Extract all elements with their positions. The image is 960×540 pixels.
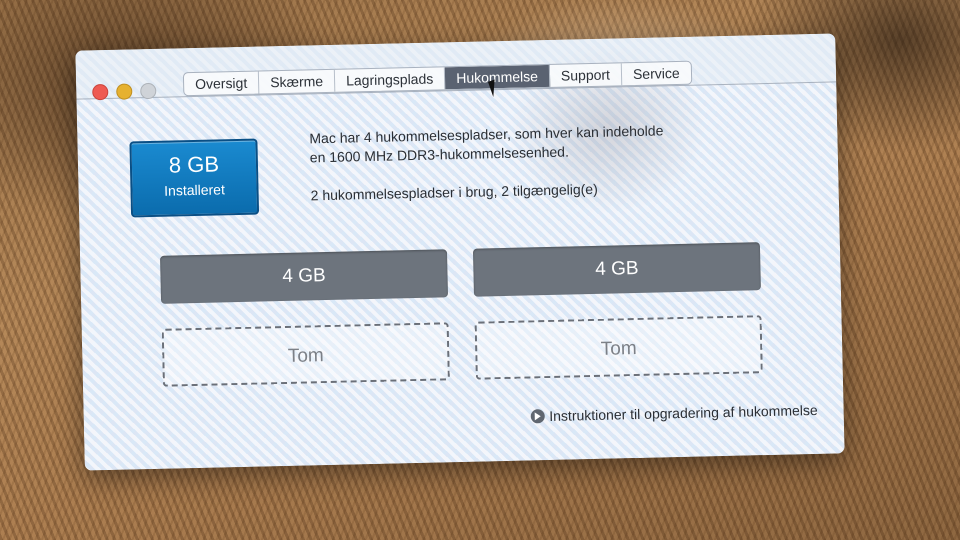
tab-bar: Oversigt Skærme Lagringsplads Hukommelse… xyxy=(182,60,692,97)
installed-memory-badge: 8 GB Installeret xyxy=(129,138,260,218)
tab-support[interactable]: Support xyxy=(549,63,623,87)
tab-lagringsplads[interactable]: Lagringsplads xyxy=(334,67,446,92)
memory-slot-4-empty: Tom xyxy=(474,315,763,380)
memory-slot-3-empty: Tom xyxy=(161,322,450,387)
memory-info: Mac har 4 hukommelsespladser, som hver k… xyxy=(309,121,665,205)
tab-oversigt[interactable]: Oversigt xyxy=(183,71,260,96)
about-this-mac-window: Oversigt Skærme Lagringsplads Hukommelse… xyxy=(75,33,845,471)
upgrade-link-label: Instruktioner til opgradering af hukomme… xyxy=(549,401,818,425)
upgrade-instructions-link[interactable]: Instruktioner til opgradering af hukomme… xyxy=(530,402,818,425)
installed-size: 8 GB xyxy=(168,151,220,178)
zoom-icon[interactable] xyxy=(140,82,157,100)
close-icon[interactable] xyxy=(92,83,109,101)
tab-skaerme[interactable]: Skærme xyxy=(258,69,336,94)
tab-service[interactable]: Service xyxy=(622,62,691,86)
installed-label: Installeret xyxy=(163,181,226,199)
arrow-circle-icon xyxy=(530,409,545,424)
title-bar: Oversigt Skærme Lagringsplads Hukommelse… xyxy=(75,33,837,101)
minimize-icon[interactable] xyxy=(116,83,133,100)
memory-slot-2: 4 GB xyxy=(472,242,761,297)
memory-slot-1: 4 GB xyxy=(160,249,449,304)
